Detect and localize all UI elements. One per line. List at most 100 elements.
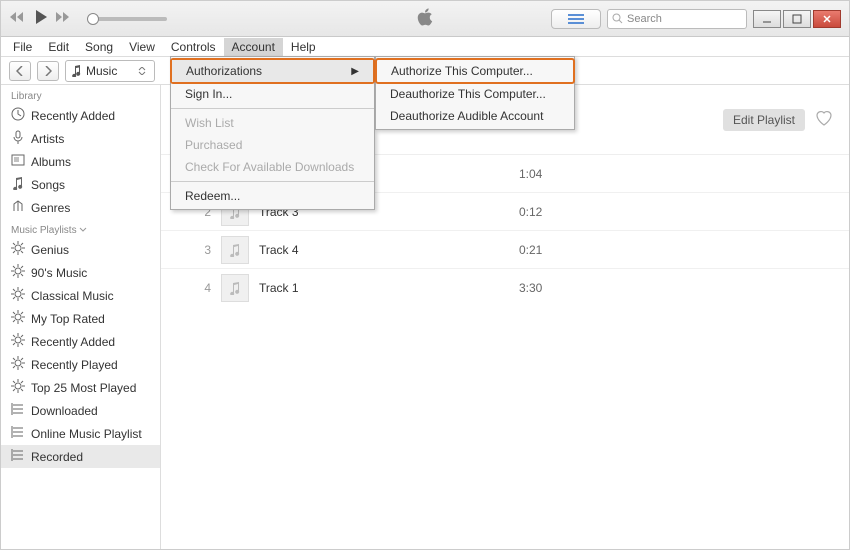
play-button[interactable] bbox=[33, 9, 49, 28]
menu-view[interactable]: View bbox=[121, 38, 163, 56]
sidebar-library-artists[interactable]: Artists bbox=[1, 127, 160, 150]
apple-logo bbox=[416, 7, 434, 30]
album-icon bbox=[11, 153, 25, 170]
gear-icon bbox=[11, 356, 25, 373]
list-icon bbox=[11, 402, 25, 419]
menu-item-redeem-[interactable]: Redeem... bbox=[171, 185, 374, 207]
menu-song[interactable]: Song bbox=[77, 38, 121, 56]
menu-item-label: Authorizations bbox=[186, 64, 262, 78]
window-minimize-button[interactable] bbox=[753, 10, 781, 28]
menu-item-label: Sign In... bbox=[185, 87, 232, 101]
sidebar-playlist-recorded[interactable]: Recorded bbox=[1, 445, 160, 468]
chevron-updown-icon bbox=[136, 67, 148, 75]
mic-icon bbox=[11, 130, 25, 147]
menu-item-wish-list: Wish List bbox=[171, 112, 374, 134]
sidebar-playlist-genius[interactable]: Genius bbox=[1, 238, 160, 261]
view-toggle[interactable] bbox=[551, 9, 601, 29]
sidebar-playlist-90-s-music[interactable]: 90's Music bbox=[1, 261, 160, 284]
next-track-button[interactable] bbox=[55, 10, 73, 27]
submenu-item-deauthorize-this-computer-[interactable]: Deauthorize This Computer... bbox=[376, 83, 574, 105]
gear-icon bbox=[11, 333, 25, 350]
menu-item-label: Purchased bbox=[185, 138, 242, 152]
submenu-item-authorize-this-computer-[interactable]: Authorize This Computer... bbox=[377, 60, 573, 82]
window-maximize-button[interactable] bbox=[783, 10, 811, 28]
track-row[interactable]: 4 Track 13:30 bbox=[161, 269, 849, 307]
track-row[interactable]: 3Track 40:21 bbox=[161, 231, 849, 269]
menu-item-check-for-available-downloads: Check For Available Downloads bbox=[171, 156, 374, 178]
sidebar-item-label: Albums bbox=[31, 155, 71, 169]
submenu-item-deauthorize-audible-account[interactable]: Deauthorize Audible Account bbox=[376, 105, 574, 127]
sidebar-item-label: Top 25 Most Played bbox=[31, 381, 136, 395]
sidebar-item-label: Artists bbox=[31, 132, 64, 146]
sidebar-playlist-top-25-most-played[interactable]: Top 25 Most Played bbox=[1, 376, 160, 399]
menu-item-sign-in-[interactable]: Sign In... bbox=[171, 83, 374, 105]
track-duration: 3:30 bbox=[519, 281, 542, 295]
menu-bar: FileEditSongViewControlsAccountHelp bbox=[1, 37, 849, 57]
list-icon bbox=[11, 425, 25, 442]
menu-controls[interactable]: Controls bbox=[163, 38, 224, 56]
track-title: Track 1 bbox=[259, 281, 519, 295]
note-icon bbox=[11, 176, 25, 193]
sidebar-playlist-recently-added[interactable]: Recently Added bbox=[1, 330, 160, 353]
menu-item-purchased: Purchased bbox=[171, 134, 374, 156]
search-icon bbox=[612, 13, 623, 24]
sidebar-playlists-label: Music Playlists bbox=[1, 219, 160, 238]
sidebar-library-genres[interactable]: Genres bbox=[1, 196, 160, 219]
list-icon bbox=[11, 448, 25, 465]
menu-item-authorizations[interactable]: Authorizations▶ bbox=[172, 60, 373, 82]
menu-item-label: Redeem... bbox=[185, 189, 240, 203]
sidebar-playlist-downloaded[interactable]: Downloaded bbox=[1, 399, 160, 422]
sidebar-item-label: Downloaded bbox=[31, 404, 98, 418]
library-selector-label: Music bbox=[86, 64, 117, 78]
sidebar-item-label: Recently Added bbox=[31, 335, 115, 349]
sidebar-item-label: Recently Added bbox=[31, 109, 115, 123]
sidebar-playlist-recently-played[interactable]: Recently Played bbox=[1, 353, 160, 376]
library-selector[interactable]: Music bbox=[65, 60, 155, 82]
sidebar-item-label: Online Music Playlist bbox=[31, 427, 142, 441]
back-button[interactable] bbox=[9, 61, 31, 81]
genre-icon bbox=[11, 199, 25, 216]
authorizations-submenu: Authorize This Computer...Deauthorize Th… bbox=[375, 56, 575, 130]
chevron-down-icon bbox=[79, 226, 87, 234]
sidebar-item-label: Recorded bbox=[31, 450, 83, 464]
forward-button[interactable] bbox=[37, 61, 59, 81]
music-note-icon bbox=[72, 65, 82, 77]
menu-help[interactable]: Help bbox=[283, 38, 324, 56]
menu-file[interactable]: File bbox=[5, 38, 40, 56]
gear-icon bbox=[11, 287, 25, 304]
menu-item-label: Wish List bbox=[185, 116, 234, 130]
window-close-button[interactable] bbox=[813, 10, 841, 28]
track-duration: 1:04 bbox=[519, 167, 542, 181]
menu-edit[interactable]: Edit bbox=[40, 38, 77, 56]
track-duration: 0:12 bbox=[519, 205, 542, 219]
search-placeholder: Search bbox=[627, 13, 662, 25]
sidebar-library-albums[interactable]: Albums bbox=[1, 150, 160, 173]
search-input[interactable]: Search bbox=[607, 9, 747, 29]
sidebar-library-songs[interactable]: Songs bbox=[1, 173, 160, 196]
prev-track-button[interactable] bbox=[9, 10, 27, 27]
gear-icon bbox=[11, 264, 25, 281]
volume-slider[interactable] bbox=[87, 17, 167, 21]
track-artwork bbox=[221, 274, 249, 302]
track-artwork bbox=[221, 236, 249, 264]
sidebar-item-label: Genius bbox=[31, 243, 69, 257]
edit-playlist-button[interactable]: Edit Playlist bbox=[723, 109, 805, 131]
sidebar-item-label: Songs bbox=[31, 178, 65, 192]
favorite-button[interactable] bbox=[815, 110, 833, 129]
sidebar-playlist-online-music-playlist[interactable]: Online Music Playlist bbox=[1, 422, 160, 445]
track-duration: 0:21 bbox=[519, 243, 542, 257]
sidebar-item-label: Classical Music bbox=[31, 289, 114, 303]
sidebar-playlist-my-top-rated[interactable]: My Top Rated bbox=[1, 307, 160, 330]
sidebar-item-label: My Top Rated bbox=[31, 312, 105, 326]
sidebar-item-label: 90's Music bbox=[31, 266, 87, 280]
sidebar-library-recently-added[interactable]: Recently Added bbox=[1, 104, 160, 127]
track-index: 4 bbox=[191, 281, 211, 295]
gear-icon bbox=[11, 379, 25, 396]
sidebar-item-label: Genres bbox=[31, 201, 70, 215]
sidebar-playlist-classical-music[interactable]: Classical Music bbox=[1, 284, 160, 307]
menu-item-label: Check For Available Downloads bbox=[185, 160, 354, 174]
menu-account[interactable]: Account bbox=[224, 38, 283, 56]
player-bar: Search bbox=[1, 1, 849, 37]
sidebar-library-label: Library bbox=[1, 85, 160, 104]
clock-icon bbox=[11, 107, 25, 124]
